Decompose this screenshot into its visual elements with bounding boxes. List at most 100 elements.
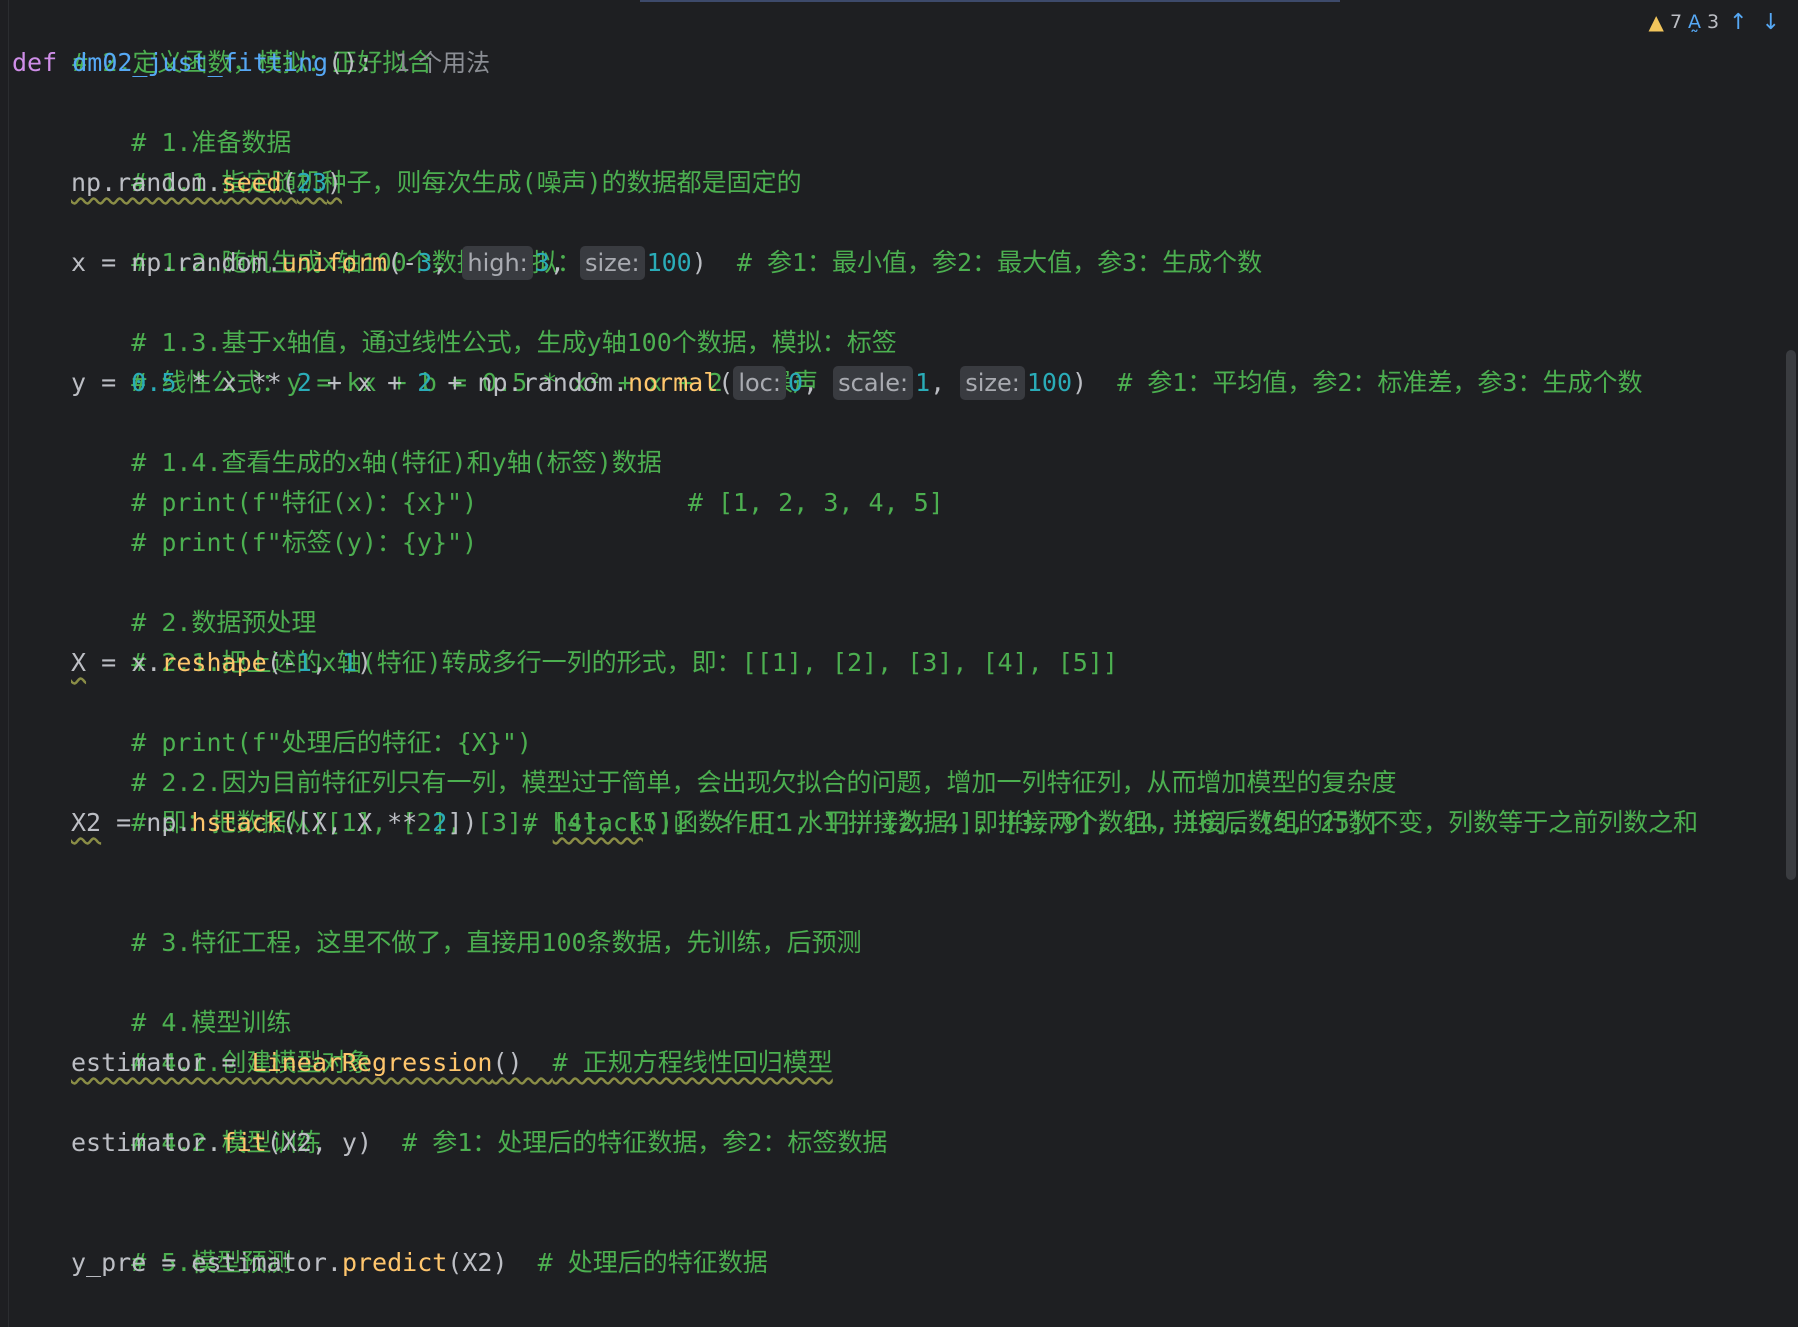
code-line-7[interactable]: x = np.random.uniform(-3, high: 3, size: 1… (12, 243, 1262, 283)
code-line-21[interactable]: X2 = np.hstack([X, X ** 2]) # hstack()函数… (12, 803, 1698, 843)
comment: # 参1：平均值，参2：标准差，参3：生成个数 (1117, 368, 1643, 397)
param-hint-scale: scale: (833, 366, 914, 400)
code-text: (- (266, 648, 297, 677)
code-line-17[interactable]: X = x.reshape(-1, 1) (12, 643, 372, 683)
code-line-8[interactable]: # 1.3.基于x轴值，通过线性公式，生成y轴100个数据，模拟：标签 (12, 283, 897, 357)
code-text: np.random. (71, 168, 222, 197)
code-line-4[interactable]: # 1.1.指定随机种子，则每次生成(噪声)的数据都是固定的 (12, 123, 801, 197)
code-line-25[interactable]: # 4.模型训练 (12, 963, 291, 1037)
number: 2 (417, 368, 433, 397)
paren: ( (281, 168, 297, 197)
number: 1 (296, 648, 312, 677)
variable-X2[interactable]: X2 (71, 808, 101, 837)
code-text: ) (357, 648, 373, 677)
method-normal: normal (627, 368, 719, 397)
number: 2 (296, 368, 312, 397)
code-text: y = (71, 368, 132, 397)
code-line-32[interactable]: y_pre = estimator.predict(X2) # 处理后的特征数据 (12, 1243, 768, 1283)
warning-icon[interactable]: ▲ (1649, 10, 1664, 34)
code-text: (- (387, 248, 418, 277)
number: 100 (646, 248, 692, 277)
code-text: (X2) (447, 1248, 538, 1277)
code-line-23[interactable]: # 3.特征工程，这里不做了，直接用100条数据，先训练，后预测 (12, 883, 861, 957)
code-text: * x ** (176, 368, 297, 397)
code-text: (X2, y) (266, 1128, 403, 1157)
comment: # 参1：最小值，参2：最大值，参3：生成个数 (736, 248, 1263, 277)
code-text: ([X, X ** (281, 808, 433, 837)
code-line-2[interactable]: def dm02_just_fitting(): 1 个用法 (12, 43, 490, 83)
param-hint-high: high: (462, 246, 533, 280)
gutter-divider (8, 0, 9, 1327)
code-line-18[interactable]: # print(f"处理后的特征：{X}") (12, 683, 532, 757)
code-text: ) (1072, 368, 1118, 397)
code-text: x = np.random. (71, 248, 282, 277)
previous-problem-arrow-icon[interactable]: ↑ (1725, 10, 1751, 35)
number: 3 (534, 248, 550, 277)
code-text: + np.random. (432, 368, 628, 397)
variable-X[interactable]: X (71, 648, 86, 677)
method-fit: fit (221, 1128, 267, 1157)
typo-count[interactable]: 3 (1707, 11, 1719, 33)
vertical-scrollbar[interactable] (1784, 0, 1798, 1327)
usage-hint[interactable]: 1 个用法 (395, 49, 490, 77)
warning-count[interactable]: 7 (1670, 11, 1682, 33)
number: 1 (341, 648, 358, 677)
code-line-5[interactable]: np.random.seed(23) (12, 163, 342, 203)
comment: # 正规方程线性回归模型 (552, 1048, 833, 1077)
code-text: + x + (311, 368, 418, 397)
comment-typo[interactable]: hstack (553, 808, 643, 837)
number: 0.5 (131, 368, 177, 397)
method-uniform: uniform (281, 248, 388, 277)
code-line-31[interactable]: # 5.模型预测 (12, 1203, 291, 1277)
code-text: , (803, 368, 834, 397)
inspection-widget[interactable]: ▲ 7 A̰ 3 ↑ ↓ (1649, 8, 1784, 36)
seed-call[interactable]: np.random.seed(23) (71, 168, 342, 197)
comment: ()函数作用：水平拼接数据，即拼接两个数组，拼接后数组的行数不变，列数等于之前列… (643, 808, 1699, 837)
code-line-29[interactable]: estimator.fit(X2, y) # 参1：处理后的特征数据，参2：标签… (12, 1123, 887, 1163)
code-line-26[interactable]: # 4.1.创建模型对象 (12, 1003, 371, 1077)
code-line-1[interactable]: # 2.定义函数，模拟：正好拟合 (12, 3, 432, 77)
code-line-13[interactable]: # print(f"标签(y)：{y}") (12, 483, 477, 557)
code-line-28[interactable]: # 4.2.模型训练 (12, 1083, 321, 1157)
number: 0 (787, 368, 804, 397)
code-text: ) (691, 248, 737, 277)
comment: # print(f"标签(y)：{y}") (131, 528, 478, 557)
code-line-6[interactable]: # 1.2.随机生成x轴100个数据，模拟：特征 (12, 203, 632, 277)
code-line-3[interactable]: # 1.准备数据 (12, 83, 291, 157)
code-line-12[interactable]: # print(f"特征(x)：{x}") # [1, 2, 3, 4, 5] (12, 443, 944, 517)
keyword-def: def (12, 48, 58, 77)
paren: ) (326, 168, 342, 197)
params: (): (328, 48, 374, 77)
code-text: , (311, 648, 342, 677)
code-line-15[interactable]: # 2.数据预处理 (12, 563, 316, 637)
code-text: , (549, 248, 580, 277)
code-text: = x. (86, 648, 162, 677)
code-line-20[interactable]: # 即：把数据从[[1], [2], [3], [4], [5]] -> [[1… (12, 763, 1380, 837)
number: 3 (417, 248, 433, 277)
param-hint-size: size: (579, 246, 645, 280)
class-linear-regression: LinearRegression (251, 1048, 493, 1077)
comment: # 3.特征工程，这里不做了，直接用100条数据，先训练，后预测 (131, 928, 862, 957)
editor-top-indicator (640, 0, 1340, 2)
code-text: () (492, 1048, 553, 1077)
code-line-10[interactable]: y = 0.5 * x ** 2 + x + 2 + np.random.nor… (12, 363, 1642, 403)
code-text: ( (718, 368, 734, 397)
scrollbar-thumb[interactable] (1786, 350, 1796, 880)
code-line-16[interactable]: # 2.1.把上述的x轴(特征)转成多行一列的形式，即：[[1], [2], [… (12, 603, 1118, 677)
typo-icon[interactable]: A̰ (1688, 11, 1701, 33)
code-editor[interactable]: ▲ 7 A̰ 3 ↑ ↓ # 2.定义函数，模拟：正好拟合 def dm02_j… (0, 0, 1798, 1327)
code-text: , (930, 368, 961, 397)
code-line-9[interactable]: # 线性公式：y = kx + b = 0.5 * x² + x + 2 + 噪… (12, 323, 818, 397)
code-text: estimator = (71, 1048, 252, 1077)
function-name[interactable]: dm02_just_fitting (72, 48, 328, 77)
code-line-19[interactable]: # 2.2.因为目前特征列只有一列，模型过于简单，会出现欠拟合的问题，增加一列特… (12, 723, 1396, 797)
code-line-27[interactable]: estimator = LinearRegression() # 正规方程线性回… (12, 1043, 833, 1083)
estimator-assignment[interactable]: estimator = LinearRegression() # 正规方程线性回… (71, 1048, 833, 1077)
comment: # 参1：处理后的特征数据，参2：标签数据 (402, 1128, 888, 1157)
next-problem-arrow-icon[interactable]: ↓ (1758, 10, 1784, 35)
number: 1 (915, 368, 931, 397)
method-hstack: hstack (191, 808, 282, 837)
code-text: y_pre = estimator. (71, 1248, 342, 1277)
code-line-11[interactable]: # 1.4.查看生成的x轴(特征)和y轴(标签)数据 (12, 403, 662, 477)
method-reshape: reshape (161, 648, 267, 677)
